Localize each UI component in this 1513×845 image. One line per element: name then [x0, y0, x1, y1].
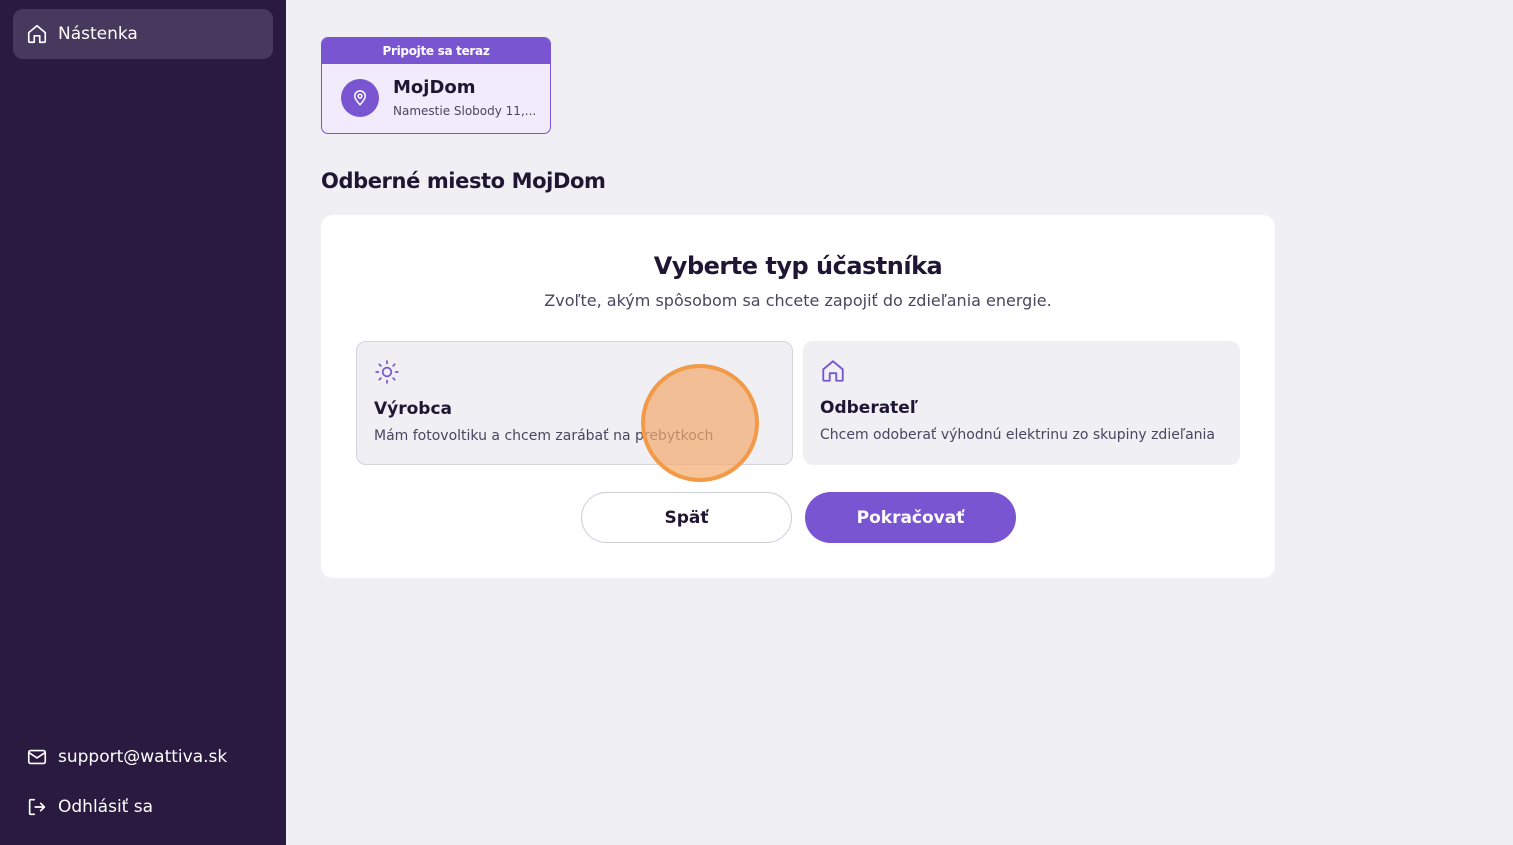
panel-subtitle: Zvoľte, akým spôsobom sa chcete zapojiť …: [544, 291, 1052, 310]
home-icon: [820, 358, 846, 384]
participant-type-panel: Vyberte typ účastníka Zvoľte, akým spôso…: [321, 215, 1275, 578]
sidebar-item-dashboard[interactable]: Nástenka: [13, 9, 273, 59]
logout-button[interactable]: Odhlásiť sa: [26, 796, 153, 818]
option-title: Odberateľ: [820, 398, 918, 418]
place-name: MojDom: [393, 77, 476, 98]
option-producer[interactable]: Výrobca Mám fotovoltiku a chcem zarábať …: [356, 341, 793, 465]
option-description: Mám fotovoltiku a chcem zarábať na preby…: [374, 428, 714, 444]
option-consumer[interactable]: Odberateľ Chcem odoberať výhodnú elektri…: [803, 341, 1240, 465]
mail-icon: [26, 746, 48, 768]
join-now-banner: Pripojte sa teraz: [322, 38, 550, 64]
place-address: Namestie Slobody 11,...: [393, 104, 537, 118]
location-pin-icon: [341, 79, 379, 117]
support-email-link[interactable]: support@wattiva.sk: [26, 746, 227, 768]
panel-title: Vyberte typ účastníka: [653, 252, 943, 280]
support-email-label: support@wattiva.sk: [58, 747, 228, 767]
option-title: Výrobca: [374, 399, 453, 419]
page-title: Odberné miesto MojDom: [321, 169, 606, 193]
continue-button[interactable]: Pokračovať: [805, 492, 1016, 543]
home-icon: [26, 23, 48, 45]
sidebar: Nástenka support@wattiva.sk Odhlásiť sa: [0, 0, 286, 845]
back-button[interactable]: Späť: [581, 492, 792, 543]
logout-label: Odhlásiť sa: [58, 797, 154, 817]
sidebar-item-label: Nástenka: [58, 24, 138, 44]
logout-icon: [26, 796, 48, 818]
option-description: Chcem odoberať výhodnú elektrinu zo skup…: [820, 427, 1215, 443]
sun-icon: [374, 359, 400, 385]
place-card[interactable]: Pripojte sa teraz MojDom Namestie Slobod…: [321, 37, 551, 134]
